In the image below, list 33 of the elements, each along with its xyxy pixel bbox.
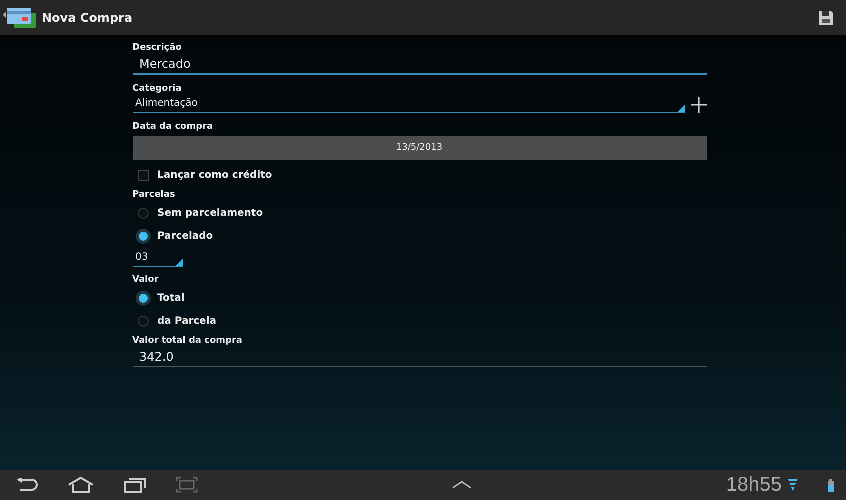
screenshot-icon[interactable] [176,477,198,493]
radio-label: Total [158,293,185,304]
installments-dropdown[interactable]: 03 [132,250,182,267]
radio-button[interactable] [138,231,148,242]
chevron-up-icon[interactable] [452,481,472,489]
field-label: Valor [132,275,159,285]
back-icon[interactable] [16,478,38,492]
add-icon[interactable] [690,96,706,112]
radio-button[interactable] [138,293,148,304]
screen-title: Nova Compra [42,10,133,24]
radio-label: da Parcela [158,316,217,327]
checkbox[interactable] [138,170,148,181]
radio-button[interactable] [138,208,148,219]
radio-label: Sem parcelamento [158,208,264,219]
wifi-icon [788,479,798,491]
total-field[interactable]: 342.0 [132,348,706,367]
radio-button[interactable] [138,316,148,327]
save-icon[interactable] [818,10,834,26]
field-label: Parcelas [132,190,176,200]
home-icon[interactable] [68,477,94,493]
clock: 18h55 [726,474,782,496]
checkbox-label: Lançar como crédito [158,170,272,181]
date-button[interactable]: 13/5/2013 [132,136,706,160]
battery-icon [828,478,834,492]
field-label: Data da compra [132,122,214,132]
credit-cards-icon[interactable] [2,6,38,28]
category-dropdown[interactable]: Alimentação [132,96,684,113]
recent-apps-icon[interactable] [124,477,146,493]
field-label: Descrição [132,43,182,53]
description-field[interactable]: Mercado [132,55,706,75]
radio-label: Parcelado [158,231,214,242]
field-label: Valor total da compra [132,336,242,346]
field-label: Categoria [132,84,182,94]
